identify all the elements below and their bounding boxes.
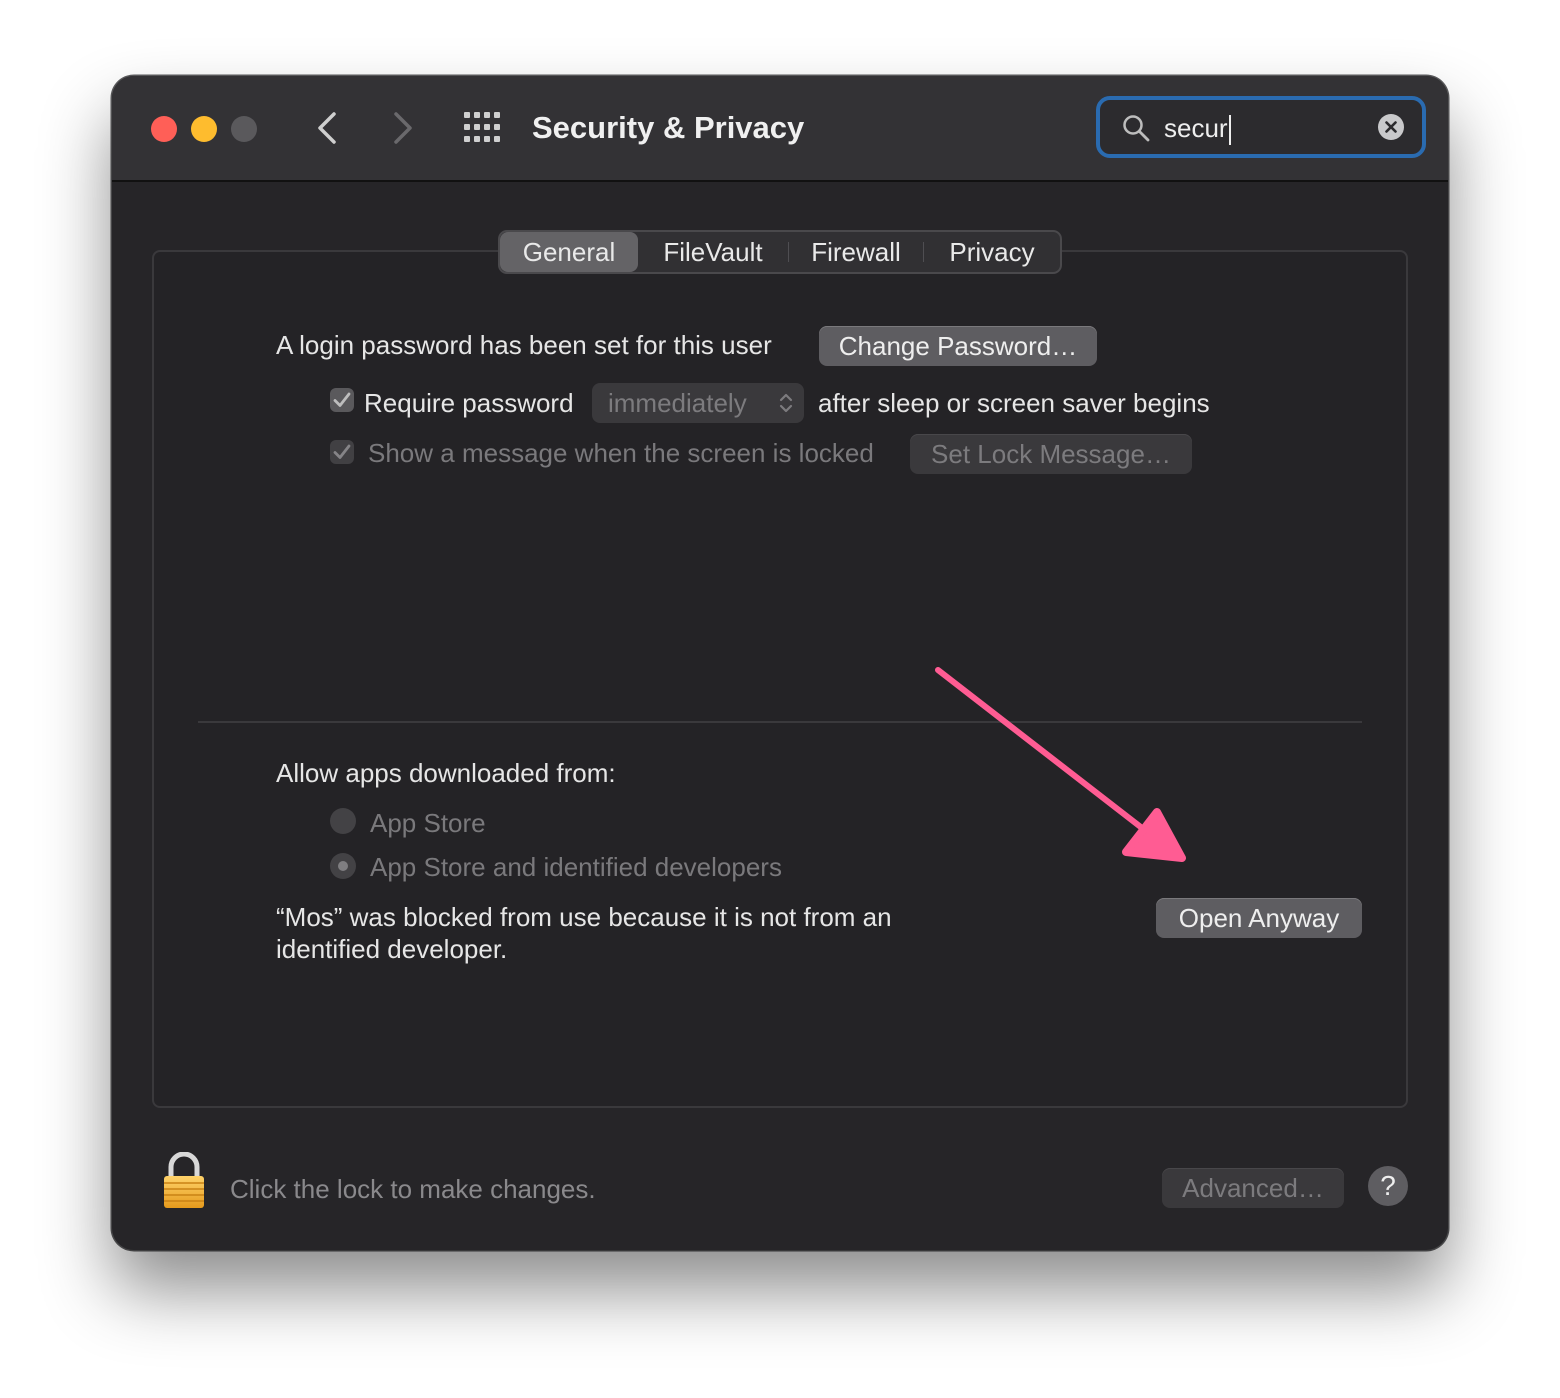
title-bar: Security & Privacy secur (112, 76, 1448, 182)
checkmark-icon (333, 392, 351, 407)
login-password-text: A login password has been set for this u… (276, 330, 772, 360)
advanced-button[interactable]: Advanced… (1162, 1168, 1344, 1208)
general-panel (152, 250, 1408, 1108)
radio-selected-dot (338, 861, 348, 871)
tab-general[interactable]: General (500, 232, 638, 272)
clear-search-icon[interactable] (1378, 114, 1404, 140)
search-field[interactable]: secur (1096, 96, 1426, 158)
tab-privacy[interactable]: Privacy (924, 232, 1060, 272)
back-arrow-icon[interactable] (308, 108, 348, 148)
search-input[interactable]: secur (1164, 108, 1231, 148)
show-message-label: Show a message when the screen is locked (368, 438, 874, 468)
forward-arrow-icon[interactable] (382, 108, 422, 148)
open-anyway-button[interactable]: Open Anyway (1156, 898, 1362, 938)
show-all-grid-icon[interactable] (464, 112, 502, 142)
section-divider (198, 721, 1362, 723)
password-delay-value: immediately (608, 388, 747, 418)
tab-bar: General FileVault Firewall Privacy (498, 230, 1062, 274)
tab-filevault[interactable]: FileVault (638, 232, 788, 272)
help-button[interactable]: ? (1368, 1166, 1408, 1206)
radio-app-store-label: App Store (370, 808, 486, 838)
window-title: Security & Privacy (532, 110, 805, 145)
lock-icon[interactable] (160, 1152, 208, 1210)
search-icon (1123, 115, 1150, 142)
close-window-button[interactable] (151, 116, 177, 142)
blocked-message-line-1: “Mos” was blocked from use because it is… (276, 902, 892, 932)
radio-identified-developers[interactable] (330, 853, 356, 879)
lock-status-text: Click the lock to make changes. (230, 1174, 596, 1204)
allow-apps-heading: Allow apps downloaded from: (276, 758, 616, 788)
change-password-button[interactable]: Change Password… (819, 326, 1097, 366)
require-password-label: Require password (364, 388, 574, 418)
require-password-checkbox[interactable] (330, 388, 354, 412)
up-down-chevron-icon (779, 393, 793, 413)
preferences-window: Security & Privacy secur General FileVau… (112, 76, 1448, 1250)
tab-firewall[interactable]: Firewall (789, 232, 923, 272)
radio-app-store[interactable] (330, 808, 356, 834)
show-message-checkbox[interactable] (330, 440, 354, 464)
set-lock-message-button[interactable]: Set Lock Message… (910, 434, 1192, 474)
blocked-message-line-2: identified developer. (276, 934, 508, 964)
after-sleep-text: after sleep or screen saver begins (818, 388, 1210, 418)
minimize-window-button[interactable] (191, 116, 217, 142)
zoom-window-button[interactable] (231, 116, 257, 142)
password-delay-popup[interactable]: immediately (592, 383, 804, 423)
checkmark-icon (333, 444, 351, 459)
radio-identified-developers-label: App Store and identified developers (370, 852, 782, 882)
